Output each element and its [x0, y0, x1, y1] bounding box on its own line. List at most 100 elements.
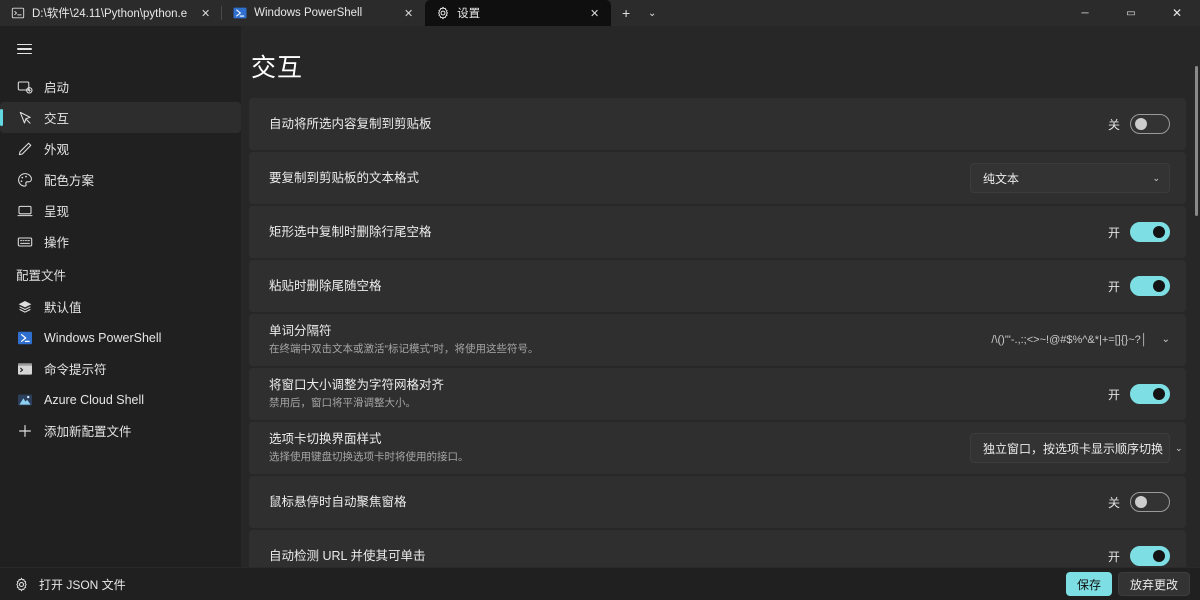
setting-text: 粘贴时删除尾随空格 [269, 278, 1092, 295]
tab-python[interactable]: D:\软件\24.11\Python\python.e ✕ [0, 0, 223, 26]
setting-text: 单词分隔符 在终端中双击文本或激活“标记模式”时，将使用这些符号。 [269, 323, 977, 357]
sidebar-item-label: 添加新配置文件 [44, 425, 132, 439]
sidebar-item-actions[interactable]: 操作 [0, 226, 241, 257]
setting-subtitle: 禁用后，窗口将平滑调整大小。 [269, 397, 416, 409]
setting-row: 单词分隔符 在终端中双击文本或激活“标记模式”时，将使用这些符号。 /\()"'… [249, 314, 1186, 366]
sidebar-item-defaults[interactable]: 默认值 [0, 291, 241, 322]
dropdown-copy-format[interactable]: 纯文本 ⌄ [970, 163, 1170, 193]
toggle-switch[interactable] [1130, 222, 1170, 242]
setting-text: 自动检测 URL 并使其可单击 [269, 548, 1092, 565]
sidebar-section-profiles: 配置文件 [16, 268, 67, 283]
chevron-down-icon[interactable]: ⌄ [641, 0, 663, 26]
setting-title: 鼠标悬停时自动聚焦窗格 [269, 494, 407, 509]
maximize-button[interactable]: ▭ [1108, 0, 1154, 26]
sidebar-item-label: 外观 [44, 143, 70, 157]
sidebar-item-azure-cloud-shell[interactable]: Azure Cloud Shell [0, 384, 241, 415]
setting-row: 矩形选中复制时删除行尾空格 开 [249, 206, 1186, 258]
tab-title: D:\软件\24.11\Python\python.e [32, 8, 188, 20]
command-prompt-icon [16, 360, 33, 377]
setting-text: 自动将所选内容复制到剪贴板 [269, 116, 1092, 133]
setting-text: 矩形选中复制时删除行尾空格 [269, 224, 1092, 241]
toggle-knob [1153, 550, 1165, 562]
setting-text: 鼠标悬停时自动聚焦窗格 [269, 494, 1092, 511]
setting-subtitle: 在终端中双击文本或激活“标记模式”时，将使用这些符号。 [269, 343, 539, 355]
startup-icon [16, 78, 33, 95]
sidebar-item-label: 交互 [44, 112, 70, 126]
setting-row: 粘贴时删除尾随空格 开 [249, 260, 1186, 312]
setting-control: 开 [1106, 276, 1170, 296]
setting-control: 开 [1106, 384, 1170, 404]
close-button[interactable]: ✕ [1154, 0, 1200, 26]
settings-list: 自动将所选内容复制到剪贴板 关 要复制到剪贴板的文本格式 纯文本 ⌄ 矩形选中复… [241, 98, 1200, 567]
open-json-file-label: 打开 JSON 文件 [39, 577, 126, 592]
vertical-scrollbar[interactable] [1195, 66, 1198, 216]
setting-control: 独立窗口，按选项卡显示顺序切换 ⌄ [970, 433, 1183, 463]
setting-title: 自动将所选内容复制到剪贴板 [269, 116, 432, 131]
sidebar-item-color-schemes[interactable]: 配色方案 [0, 164, 241, 195]
sidebar-item-label: Windows PowerShell [44, 330, 162, 345]
sidebar-item-appearance[interactable]: 外观 [0, 133, 241, 164]
setting-row: 鼠标悬停时自动聚焦窗格 关 [249, 476, 1186, 528]
toggle-state-label: 关 [1107, 117, 1120, 132]
minimize-button[interactable]: ─ [1062, 0, 1108, 26]
settings-content: 交互 自动将所选内容复制到剪贴板 关 要复制到剪贴板的文本格式 纯文本 ⌄ 矩形… [241, 26, 1200, 567]
sidebar-item-rendering[interactable]: 呈现 [0, 195, 241, 226]
dropdown-tab-switcher[interactable]: 独立窗口，按选项卡显示顺序切换 ⌄ [970, 433, 1183, 463]
tab-powershell[interactable]: Windows PowerShell ✕ [222, 0, 426, 26]
settings-scroll-area: 交互 自动将所选内容复制到剪贴板 关 要复制到剪贴板的文本格式 纯文本 ⌄ 矩形… [241, 26, 1200, 567]
setting-text: 要复制到剪贴板的文本格式 [269, 170, 956, 187]
sidebar-item-label: 默认值 [44, 301, 82, 315]
tab-settings[interactable]: 设置 ✕ [425, 0, 612, 26]
settings-footer: 打开 JSON 文件 保存 放弃更改 [0, 567, 1200, 600]
powershell-icon [232, 6, 247, 21]
keyboard-icon [16, 233, 33, 250]
sidebar-item-windows-powershell[interactable]: Windows PowerShell [0, 322, 241, 353]
word-delimiters-field[interactable]: /\()"'-.,:;<>~!@#$%^&*|+=[]{}~?│ ⌄ [991, 334, 1170, 346]
setting-control: /\()"'-.,:;<>~!@#$%^&*|+=[]{}~?│ ⌄ [991, 334, 1170, 346]
setting-row: 要复制到剪贴板的文本格式 纯文本 ⌄ [249, 152, 1186, 204]
setting-row: 自动将所选内容复制到剪贴板 关 [249, 98, 1186, 150]
save-button[interactable]: 保存 [1065, 572, 1112, 596]
sidebar-item-label: 呈现 [44, 205, 70, 219]
titlebar: D:\软件\24.11\Python\python.e ✕ Windows Po… [0, 0, 1200, 26]
sidebar-item-command-prompt[interactable]: 命令提示符 [0, 353, 241, 384]
setting-title: 单词分隔符 [269, 324, 332, 338]
discard-changes-button[interactable]: 放弃更改 [1117, 572, 1190, 596]
sidebar-item-label: 操作 [44, 236, 70, 250]
sidebar-item-interaction[interactable]: 交互 [0, 102, 241, 133]
toggle-switch[interactable] [1130, 492, 1170, 512]
open-json-file-button[interactable]: 打开 JSON 文件 [14, 576, 126, 593]
cursor-icon [16, 109, 33, 126]
setting-subtitle: 选择使用键盘切换选项卡时将使用的接口。 [269, 451, 469, 463]
sidebar-item-startup[interactable]: 启动 [0, 71, 241, 102]
toggle-knob [1153, 226, 1165, 238]
tab-close-icon[interactable]: ✕ [197, 5, 214, 22]
terminal-settings-window: D:\软件\24.11\Python\python.e ✕ Windows Po… [0, 0, 1200, 600]
tab-close-icon[interactable]: ✕ [586, 5, 603, 22]
toggle-switch[interactable] [1130, 276, 1170, 296]
page-title: 交互 [251, 54, 304, 82]
settings-sidebar: 启动 交互 外观 配色方案 呈现 操作 配置文件 默认值 Windows Pow… [0, 26, 241, 567]
menu-icon[interactable] [2, 30, 46, 68]
sidebar-item-add-new-profile[interactable]: 添加新配置文件 [0, 415, 241, 446]
tab-title: Windows PowerShell [254, 7, 363, 19]
toggle-switch[interactable] [1130, 114, 1170, 134]
dropdown-value: 独立窗口，按选项卡显示顺序切换 [983, 441, 1164, 456]
toggle-switch[interactable] [1130, 384, 1170, 404]
toggle-state-label: 开 [1107, 549, 1120, 564]
setting-control: 开 [1106, 222, 1170, 242]
toggle-state-label: 关 [1107, 495, 1120, 510]
command-prompt-icon [10, 6, 25, 21]
sidebar-item-label: 启动 [44, 81, 70, 95]
chevron-down-icon: ⌄ [1161, 334, 1170, 345]
new-tab-button[interactable]: + [611, 0, 641, 26]
window-controls: ─ ▭ ✕ [1062, 0, 1200, 26]
tab-close-icon[interactable]: ✕ [400, 5, 417, 22]
setting-title: 要复制到剪贴板的文本格式 [269, 170, 420, 185]
setting-title: 选项卡切换界面样式 [269, 432, 382, 446]
setting-control: 关 [1106, 114, 1170, 134]
footer-buttons: 保存 放弃更改 [1065, 572, 1190, 596]
toggle-state-label: 开 [1107, 225, 1120, 240]
setting-title: 矩形选中复制时删除行尾空格 [269, 224, 432, 239]
toggle-switch[interactable] [1130, 546, 1170, 566]
